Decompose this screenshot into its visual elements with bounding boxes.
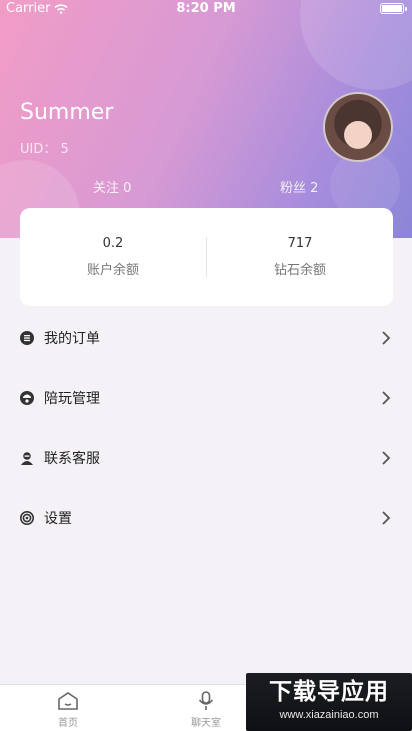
user-id: UID： 5 (20, 142, 69, 157)
menu-item-settings[interactable]: 设置 (0, 498, 412, 538)
profile-header: Carrier 8:20 PM Summer UID： 5 关注 0 粉丝 2 (0, 0, 412, 238)
watermark-url: www.xiazainiao.com (279, 709, 379, 721)
diamond-balance-label: 钻石余额 (273, 263, 326, 278)
menu-label: 设置 (44, 511, 72, 527)
order-icon (20, 331, 34, 345)
menu-label: 联系客服 (44, 451, 100, 467)
account-balance-label: 账户余额 (86, 263, 139, 278)
menu-item-orders[interactable]: 我的订单 (0, 318, 412, 358)
chevron-right-icon (382, 391, 391, 405)
chevron-right-icon (382, 511, 391, 525)
watermark-logo: 下载导应用 www.xiazainiao.com (246, 673, 412, 731)
companion-icon (20, 391, 34, 405)
menu-item-service[interactable]: 联系客服 (0, 438, 412, 478)
microphone-icon (198, 691, 214, 710)
diamond-balance[interactable]: 717 钻石余额 (207, 236, 393, 278)
chevron-right-icon (382, 331, 391, 345)
battery-icon (380, 3, 407, 14)
clock: 8:20 PM (176, 1, 236, 16)
home-icon (58, 692, 78, 710)
account-balance[interactable]: 0.2 账户余额 (20, 236, 206, 278)
tab-chatroom-label: 聊天室 (191, 718, 221, 729)
tab-chatroom[interactable]: 聊天室 (176, 691, 236, 729)
menu-label: 我的订单 (44, 331, 100, 347)
menu-label: 陪玩管理 (44, 391, 100, 407)
followers-count[interactable]: 粉丝 2 (280, 177, 318, 196)
tab-home-label: 首页 (58, 718, 78, 729)
following-count[interactable]: 关注 0 (93, 177, 131, 196)
avatar[interactable] (323, 92, 393, 162)
diamond-balance-value: 717 (287, 236, 313, 251)
username: Summer (20, 100, 114, 125)
balance-card: 0.2 账户余额 717 钻石余额 (20, 208, 393, 306)
settings-icon (20, 511, 34, 525)
account-balance-value: 0.2 (102, 236, 124, 251)
chevron-right-icon (382, 451, 391, 465)
status-bar: Carrier 8:20 PM (0, 0, 412, 18)
tab-home[interactable]: 首页 (38, 691, 98, 729)
service-icon (21, 452, 33, 465)
watermark-text: 下载导应用 (269, 679, 389, 705)
menu-item-companion[interactable]: 陪玩管理 (0, 378, 412, 418)
